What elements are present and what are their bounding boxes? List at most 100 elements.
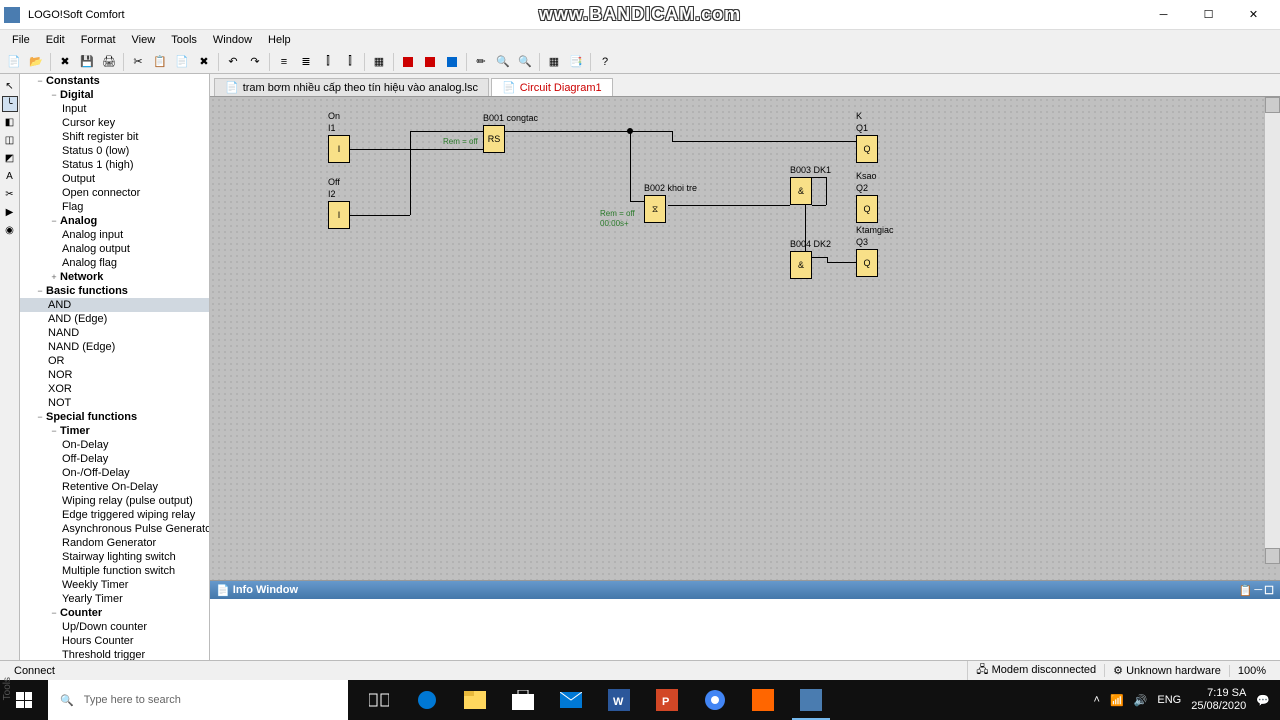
sf-tool-icon[interactable]: ◩ <box>2 150 18 166</box>
vertical-scrollbar[interactable] <box>1264 97 1280 564</box>
tray-chevron-icon[interactable]: ˄ <box>1094 694 1100 706</box>
tray-network-icon[interactable]: 📶 <box>1110 694 1124 707</box>
tree-on-delay[interactable]: On-Delay <box>20 438 209 452</box>
layout-icon[interactable]: ▦ <box>369 52 389 72</box>
cursor-tool-icon[interactable]: ↖ <box>2 78 18 94</box>
tree-updown[interactable]: Up/Down counter <box>20 620 209 634</box>
align2-icon[interactable]: ≣ <box>296 52 316 72</box>
logosoft-task-icon[interactable] <box>788 680 834 720</box>
store-icon[interactable] <box>500 680 546 720</box>
grid-icon[interactable]: ▦ <box>544 52 564 72</box>
save-icon[interactable]: 💾 <box>77 52 97 72</box>
maximize-button[interactable]: ☐ <box>1186 0 1231 30</box>
tree-digital[interactable]: −Digital <box>20 88 209 102</box>
tree-analog-flag[interactable]: Analog flag <box>20 256 209 270</box>
tree-status1[interactable]: Status 1 (high) <box>20 158 209 172</box>
tree-edge-wiping[interactable]: Edge triggered wiping relay <box>20 508 209 522</box>
tray-clock[interactable]: 7:19 SA 25/08/2020 <box>1191 687 1246 713</box>
tree-onoff-delay[interactable]: On-/Off-Delay <box>20 466 209 480</box>
tree-timer[interactable]: −Timer <box>20 424 209 438</box>
tree-and[interactable]: AND <box>20 298 209 312</box>
zoomin-icon[interactable]: 🔍 <box>493 52 513 72</box>
tree-random[interactable]: Random Generator <box>20 536 209 550</box>
tree-flag[interactable]: Flag <box>20 200 209 214</box>
download-icon[interactable] <box>398 52 418 72</box>
close-doc-icon[interactable]: ✖ <box>55 52 75 72</box>
tree-shift-register-bit[interactable]: Shift register bit <box>20 130 209 144</box>
props-icon[interactable]: 📑 <box>566 52 586 72</box>
new-icon[interactable]: 📄 <box>4 52 24 72</box>
tree-basic-functions[interactable]: −Basic functions <box>20 284 209 298</box>
menu-view[interactable]: View <box>124 32 164 48</box>
bf-tool-icon[interactable]: ◫ <box>2 132 18 148</box>
cut-icon[interactable]: ✂ <box>128 52 148 72</box>
tab-tram-bom[interactable]: 📄 tram bơm nhiều cấp theo tín hiệu vào a… <box>214 78 489 96</box>
tree-input[interactable]: Input <box>20 102 209 116</box>
online-tool-icon[interactable]: ◉ <box>2 222 18 238</box>
tree-async-pulse[interactable]: Asynchronous Pulse Generator <box>20 522 209 536</box>
tree-off-delay[interactable]: Off-Delay <box>20 452 209 466</box>
tree-special[interactable]: −Special functions <box>20 410 209 424</box>
split2-icon[interactable]: ⫿ <box>340 52 360 72</box>
co-tool-icon[interactable]: ◧ <box>2 114 18 130</box>
taskview-icon[interactable] <box>356 680 402 720</box>
tree-retentive[interactable]: Retentive On-Delay <box>20 480 209 494</box>
connect-tool-icon[interactable]: ╰ <box>2 96 18 112</box>
tree-analog-output[interactable]: Analog output <box>20 242 209 256</box>
tree-nand-edge[interactable]: NAND (Edge) <box>20 340 209 354</box>
tree-output[interactable]: Output <box>20 172 209 186</box>
tree-and-edge[interactable]: AND (Edge) <box>20 312 209 326</box>
block-q2[interactable]: Ksao Q2 Q <box>856 195 878 223</box>
menu-format[interactable]: Format <box>73 32 124 48</box>
paste-icon[interactable]: 📄 <box>172 52 192 72</box>
info-min-icon[interactable]: ─ <box>1254 584 1262 597</box>
menu-tools[interactable]: Tools <box>163 32 205 48</box>
align-icon[interactable]: ≡ <box>274 52 294 72</box>
mail-icon[interactable] <box>548 680 594 720</box>
block-q3[interactable]: Ktamgiac Q3 Q <box>856 249 878 277</box>
tree-or[interactable]: OR <box>20 354 209 368</box>
menu-help[interactable]: Help <box>260 32 299 48</box>
tree-analog[interactable]: −Analog <box>20 214 209 228</box>
info-copy-icon[interactable]: 📋 <box>1239 584 1253 597</box>
tree-constants[interactable]: −Constants <box>20 74 209 88</box>
tree-weekly-timer[interactable]: Weekly Timer <box>20 578 209 592</box>
zoomout-icon[interactable]: 🔍 <box>515 52 535 72</box>
tree-status0[interactable]: Status 0 (low) <box>20 144 209 158</box>
menu-window[interactable]: Window <box>205 32 260 48</box>
upload-icon[interactable] <box>420 52 440 72</box>
text-tool-icon[interactable]: A <box>2 168 18 184</box>
tree-stairway[interactable]: Stairway lighting switch <box>20 550 209 564</box>
explorer-icon[interactable] <box>452 680 498 720</box>
powerpoint-icon[interactable]: P <box>644 680 690 720</box>
word-icon[interactable]: W <box>596 680 642 720</box>
tree-analog-input[interactable]: Analog input <box>20 228 209 242</box>
tray-notifications-icon[interactable]: 💬 <box>1256 694 1270 707</box>
menu-file[interactable]: File <box>4 32 38 48</box>
transfer-icon[interactable] <box>442 52 462 72</box>
tree-yearly-timer[interactable]: Yearly Timer <box>20 592 209 606</box>
split-icon[interactable]: ⫿ <box>318 52 338 72</box>
print-icon[interactable]: 🖨 <box>99 52 119 72</box>
tree-multiple-function[interactable]: Multiple function switch <box>20 564 209 578</box>
info-max-icon[interactable]: ☐ <box>1264 584 1274 597</box>
block-b004[interactable]: B004 DK2 & <box>790 251 812 279</box>
block-on[interactable]: On I1 I <box>328 135 350 163</box>
tree-cursor-key[interactable]: Cursor key <box>20 116 209 130</box>
chrome-icon[interactable] <box>692 680 738 720</box>
tree-panel[interactable]: −Constants −Digital Input Cursor key Shi… <box>20 74 210 660</box>
cut-tool-icon[interactable]: ✂ <box>2 186 18 202</box>
tray-volume-icon[interactable]: 🔊 <box>1134 694 1148 707</box>
block-b001[interactable]: B001 congtac RS Rem = off <box>483 125 505 153</box>
info-header[interactable]: 📄 Info Window 📋 ─ ☐ <box>210 581 1280 599</box>
taskbar-search[interactable]: 🔍 Type here to search <box>48 680 348 720</box>
redo-icon[interactable]: ↷ <box>245 52 265 72</box>
edge-icon[interactable] <box>404 680 450 720</box>
tree-network[interactable]: +Network <box>20 270 209 284</box>
canvas[interactable]: On I1 I Off I2 I B001 congtac RS Rem = o… <box>210 97 1280 580</box>
tree-nor[interactable]: NOR <box>20 368 209 382</box>
block-b002[interactable]: B002 khoi tre ⧖ Rem = off 00:00s+ <box>644 195 666 223</box>
tree-nand[interactable]: NAND <box>20 326 209 340</box>
pencil-icon[interactable]: ✏ <box>471 52 491 72</box>
tray-lang[interactable]: ENG <box>1157 694 1181 706</box>
